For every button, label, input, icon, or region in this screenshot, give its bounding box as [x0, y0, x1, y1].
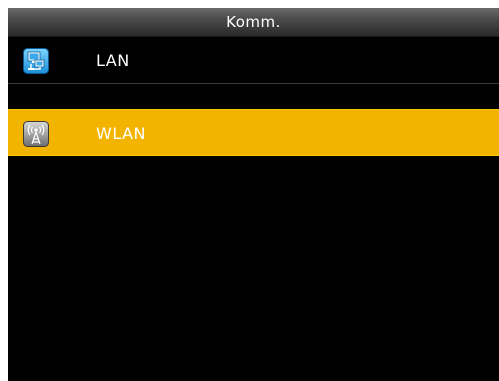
- network-computers-icon: [23, 48, 49, 74]
- menu-item-label: LAN: [96, 51, 130, 70]
- page-title: Komm.: [226, 13, 281, 31]
- title-bar: Komm.: [8, 8, 499, 37]
- device-screen: Komm. LAN WLAN: [8, 8, 499, 381]
- menu-item-lan[interactable]: LAN: [8, 37, 499, 84]
- menu-item-label: WLAN: [96, 124, 147, 143]
- wireless-tower-icon: [23, 121, 49, 147]
- menu-item-wlan[interactable]: WLAN: [8, 109, 499, 156]
